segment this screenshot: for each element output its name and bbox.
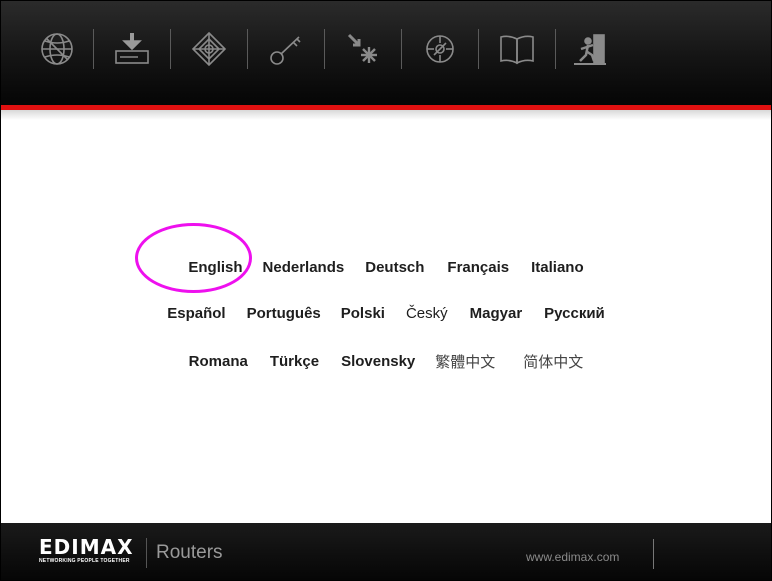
language-slovak[interactable]: Slovensky bbox=[341, 353, 415, 370]
toolbar-separator bbox=[247, 29, 248, 69]
language-row-3: Romana Türkçe Slovensky 繁體中文 简体中文 bbox=[1, 351, 771, 372]
language-french[interactable]: Français bbox=[447, 259, 509, 276]
language-russian[interactable]: Русский bbox=[544, 305, 605, 322]
wizard-icon[interactable] bbox=[341, 27, 385, 71]
toolbar-separator bbox=[401, 29, 402, 69]
toolbar-separator bbox=[478, 29, 479, 69]
toolbar-icons bbox=[1, 23, 771, 75]
installer-window: English Nederlands Deutsch Français Ital… bbox=[0, 0, 772, 581]
language-italian[interactable]: Italiano bbox=[531, 259, 584, 276]
footer-bar: EDIMAX NETWORKING PEOPLE TOGETHER Router… bbox=[1, 523, 771, 580]
web-icon[interactable] bbox=[187, 27, 231, 71]
exit-icon[interactable] bbox=[568, 27, 612, 71]
accent-shadow bbox=[1, 110, 771, 120]
book-icon[interactable] bbox=[495, 27, 539, 71]
language-czech[interactable]: Český bbox=[406, 305, 448, 322]
key-icon[interactable] bbox=[264, 27, 308, 71]
language-row-2: Español Português Polski Český Magyar Ру… bbox=[1, 305, 771, 322]
language-traditional-chinese[interactable]: 繁體中文 bbox=[435, 351, 495, 372]
top-toolbar bbox=[1, 1, 771, 105]
toolbar-separator bbox=[93, 29, 94, 69]
language-spanish[interactable]: Español bbox=[167, 305, 225, 322]
footer-separator bbox=[653, 539, 654, 569]
language-dutch[interactable]: Nederlands bbox=[263, 259, 345, 276]
language-row-1: English Nederlands Deutsch Français Ital… bbox=[1, 259, 771, 276]
product-name: Routers bbox=[156, 542, 223, 563]
footer-separator bbox=[146, 538, 147, 568]
download-icon[interactable] bbox=[110, 27, 154, 71]
language-portuguese[interactable]: Português bbox=[247, 305, 321, 322]
language-polish[interactable]: Polski bbox=[341, 305, 385, 322]
language-romanian[interactable]: Romana bbox=[189, 353, 248, 370]
globe-icon[interactable] bbox=[35, 27, 79, 71]
selection-highlight-circle bbox=[135, 223, 252, 293]
language-simplified-chinese[interactable]: 简体中文 bbox=[523, 351, 583, 372]
logo-text: EDIMAX bbox=[39, 535, 134, 559]
compass-icon[interactable] bbox=[418, 27, 462, 71]
edimax-logo: EDIMAX NETWORKING PEOPLE TOGETHER bbox=[39, 536, 135, 565]
toolbar-separator bbox=[555, 29, 556, 69]
language-german[interactable]: Deutsch bbox=[365, 259, 424, 276]
language-hungarian[interactable]: Magyar bbox=[470, 305, 523, 322]
logo-tagline: NETWORKING PEOPLE TOGETHER bbox=[39, 558, 130, 564]
website-link[interactable]: www.edimax.com bbox=[526, 550, 619, 564]
toolbar-separator bbox=[170, 29, 171, 69]
language-english[interactable]: English bbox=[188, 259, 242, 276]
language-turkish[interactable]: Türkçe bbox=[270, 353, 319, 370]
toolbar-separator bbox=[324, 29, 325, 69]
